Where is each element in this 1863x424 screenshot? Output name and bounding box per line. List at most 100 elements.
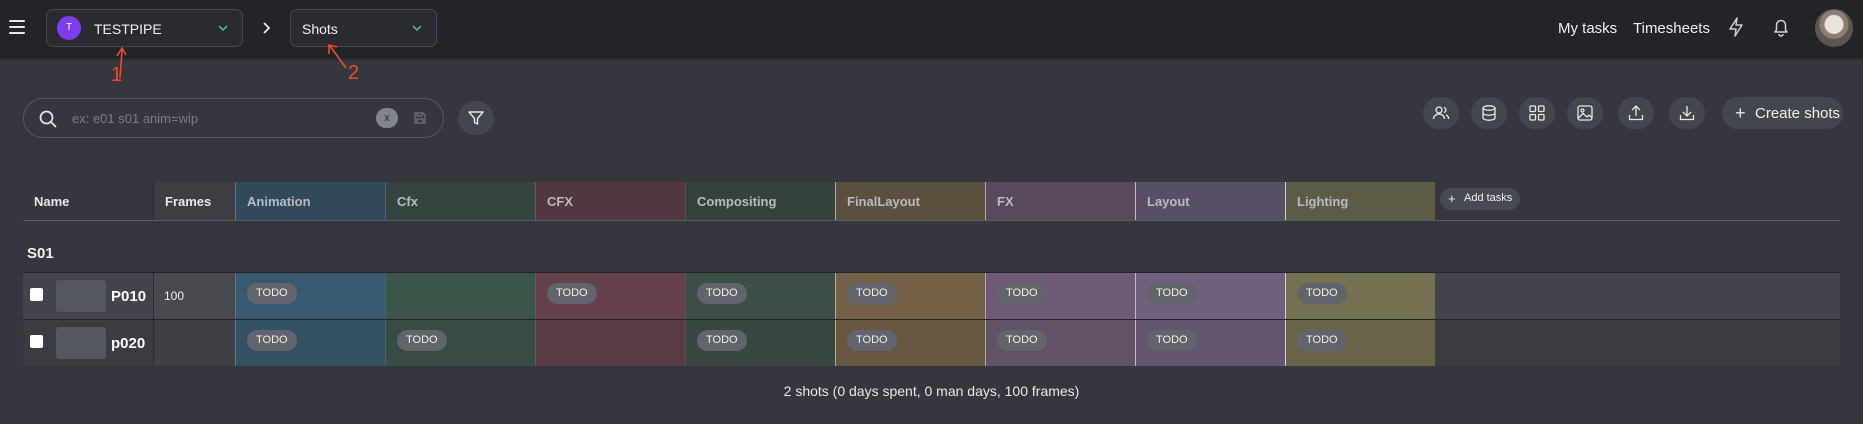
status-badge[interactable]: TODO <box>997 330 1047 351</box>
task-status-cell[interactable] <box>385 273 535 319</box>
column-header-label: FX <box>997 194 1014 209</box>
table-row[interactable]: p020 TODO TODO TODO TODO TODO TODO TODO <box>23 319 1840 366</box>
header-divider <box>23 220 1840 221</box>
column-header-task[interactable]: Animation <box>235 182 385 220</box>
task-status-cell[interactable] <box>535 320 685 366</box>
task-status-cell[interactable]: TODO <box>535 273 685 319</box>
production-selector[interactable]: T TESTPIPE <box>46 9 243 47</box>
column-header-task[interactable]: Layout <box>1135 182 1285 220</box>
status-badge[interactable]: TODO <box>397 330 447 351</box>
timesheets-link[interactable]: Timesheets <box>1633 20 1710 37</box>
top-bar: T TESTPIPE Shots My tasks Timesheets <box>0 0 1863 58</box>
task-status-cell[interactable]: TODO <box>1135 273 1285 319</box>
column-header-label: Layout <box>1147 194 1190 209</box>
database-button[interactable] <box>1471 97 1507 129</box>
column-header-task[interactable]: Compositing <box>685 182 835 220</box>
row-checkbox[interactable] <box>30 288 43 301</box>
task-status-cell[interactable]: TODO <box>235 320 385 366</box>
task-status-cell[interactable]: TODO <box>385 320 535 366</box>
filter-button[interactable] <box>458 101 494 135</box>
plus-icon: + <box>1735 103 1746 123</box>
column-header-name[interactable]: Name <box>23 182 153 220</box>
search-placeholder: ex: e01 s01 anim=wip <box>72 111 199 126</box>
task-status-cell[interactable]: TODO <box>1285 320 1435 366</box>
status-badge[interactable]: TODO <box>1147 283 1197 304</box>
grid-view-button[interactable] <box>1519 97 1555 129</box>
grid-icon <box>1529 105 1545 121</box>
image-icon <box>1577 105 1593 121</box>
section-selector[interactable]: Shots <box>290 9 437 47</box>
status-badge[interactable]: TODO <box>1147 330 1197 351</box>
people-icon <box>1432 106 1450 120</box>
task-status-cell[interactable]: TODO <box>985 273 1135 319</box>
table-row[interactable]: P010 100 TODO TODO TODO TODO TODO TODO TODO <box>23 272 1840 319</box>
search-field[interactable]: ex: e01 s01 anim=wip x <box>23 98 444 138</box>
section-name: Shots <box>302 21 338 37</box>
column-header-task[interactable]: FinalLayout <box>835 182 985 220</box>
create-shots-button[interactable]: + Create shots <box>1722 97 1843 129</box>
task-status-cell[interactable]: TODO <box>985 320 1135 366</box>
task-status-cell[interactable]: TODO <box>835 273 985 319</box>
frames-cell[interactable] <box>153 320 235 366</box>
chevron-right-icon <box>263 22 271 34</box>
column-header-frames[interactable]: Frames <box>153 182 235 220</box>
shot-thumbnail[interactable] <box>56 327 106 359</box>
task-status-cell[interactable]: TODO <box>685 320 835 366</box>
people-button[interactable] <box>1423 97 1459 129</box>
task-status-cell[interactable]: TODO <box>235 273 385 319</box>
import-button[interactable] <box>1618 97 1654 129</box>
row-checkbox[interactable] <box>30 335 43 348</box>
column-header-label: Animation <box>247 194 311 209</box>
filter-icon <box>468 111 484 125</box>
task-status-cell[interactable]: TODO <box>685 273 835 319</box>
column-header-task[interactable]: FX <box>985 182 1135 220</box>
production-name: TESTPIPE <box>94 21 162 37</box>
download-icon <box>1679 106 1695 121</box>
status-badge[interactable]: TODO <box>997 283 1047 304</box>
status-badge[interactable]: TODO <box>697 330 747 351</box>
plus-icon: + <box>1448 191 1456 206</box>
status-badge[interactable]: TODO <box>847 283 897 304</box>
annotation-label-1: 1 <box>111 64 123 86</box>
status-badge[interactable]: TODO <box>697 283 747 304</box>
status-badge[interactable]: TODO <box>1297 283 1347 304</box>
user-avatar[interactable] <box>1815 9 1853 47</box>
bell-icon[interactable] <box>1770 16 1792 38</box>
upload-icon <box>1628 105 1644 121</box>
search-icon <box>39 110 57 128</box>
chevron-down-icon <box>412 25 422 32</box>
column-header-task[interactable]: Cfx <box>385 182 535 220</box>
status-badge[interactable]: TODO <box>847 330 897 351</box>
clear-search-button[interactable]: x <box>376 108 398 128</box>
status-badge[interactable]: TODO <box>547 283 597 304</box>
shot-thumbnail[interactable] <box>56 280 106 312</box>
column-header-task[interactable]: Lighting <box>1285 182 1435 220</box>
database-icon <box>1482 105 1496 121</box>
save-search-icon[interactable] <box>413 111 427 125</box>
status-badge[interactable]: TODO <box>247 330 297 351</box>
column-header-label: FinalLayout <box>847 194 920 209</box>
lightning-icon[interactable] <box>1725 16 1747 38</box>
status-badge[interactable]: TODO <box>1297 330 1347 351</box>
column-header-label: CFX <box>547 194 573 209</box>
thumbnails-button[interactable] <box>1567 97 1603 129</box>
create-shots-label: Create shots <box>1755 105 1841 122</box>
column-header-label: Lighting <box>1297 194 1349 209</box>
annotation-arrow-2 <box>328 43 347 69</box>
annotation-label-2: 2 <box>348 62 360 84</box>
my-tasks-link[interactable]: My tasks <box>1558 20 1617 37</box>
task-status-cell[interactable]: TODO <box>1285 273 1435 319</box>
frames-cell[interactable]: 100 <box>153 273 235 319</box>
status-badge[interactable]: TODO <box>247 283 297 304</box>
menu-icon[interactable] <box>9 20 25 36</box>
shot-name[interactable]: p020 <box>111 335 145 352</box>
production-avatar: T <box>57 16 81 40</box>
task-status-cell[interactable]: TODO <box>1135 320 1285 366</box>
sequence-group-label: S01 <box>27 245 54 262</box>
export-button[interactable] <box>1669 97 1705 129</box>
column-header-task[interactable]: CFX <box>535 182 685 220</box>
add-tasks-button[interactable]: Add tasks + <box>1440 188 1520 210</box>
task-status-cell[interactable]: TODO <box>835 320 985 366</box>
shot-name[interactable]: P010 <box>111 288 146 305</box>
chevron-down-icon <box>218 25 228 32</box>
